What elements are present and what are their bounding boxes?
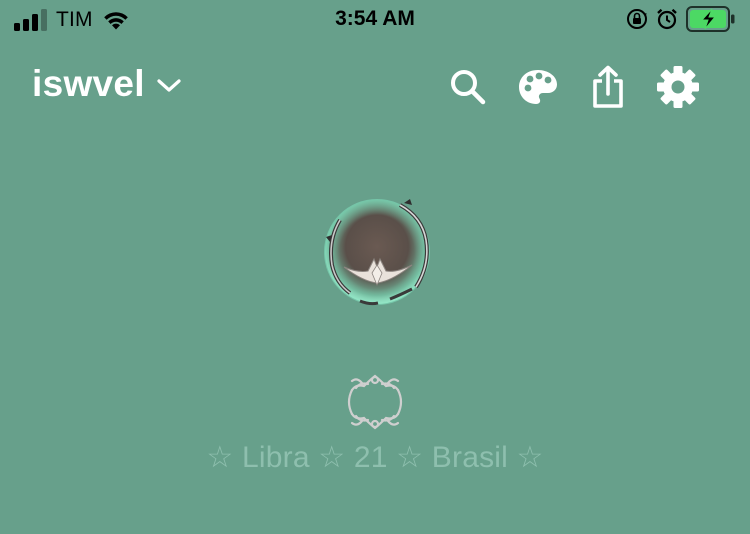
share-button[interactable]: [586, 65, 630, 109]
profile-header: iswvel: [0, 55, 750, 117]
status-right: [618, 6, 736, 32]
search-icon[interactable]: [449, 68, 487, 106]
account-switcher[interactable]: iswvel: [32, 63, 181, 105]
share-icon[interactable]: [590, 65, 626, 109]
alarm-icon: [657, 8, 677, 30]
settings-button[interactable]: [656, 65, 700, 109]
theme-button[interactable]: [516, 65, 560, 109]
chevron-down-icon[interactable]: [157, 79, 181, 93]
gear-icon[interactable]: [656, 65, 700, 109]
search-button[interactable]: [446, 65, 490, 109]
account-name[interactable]: iswvel: [32, 63, 145, 105]
battery-icon: [686, 6, 735, 32]
profile-bio: ☆ Libra ☆ 21 ☆ Brasil ☆: [206, 441, 544, 474]
palette-icon[interactable]: [517, 68, 559, 106]
header-actions: [446, 65, 700, 109]
profile-avatar[interactable]: [320, 195, 435, 310]
status-bar: TIM 3:54 AM: [0, 0, 750, 40]
avatar-image[interactable]: [320, 195, 435, 310]
decorative-frame-icon: [342, 370, 408, 434]
orientation-lock-icon: [627, 9, 647, 29]
